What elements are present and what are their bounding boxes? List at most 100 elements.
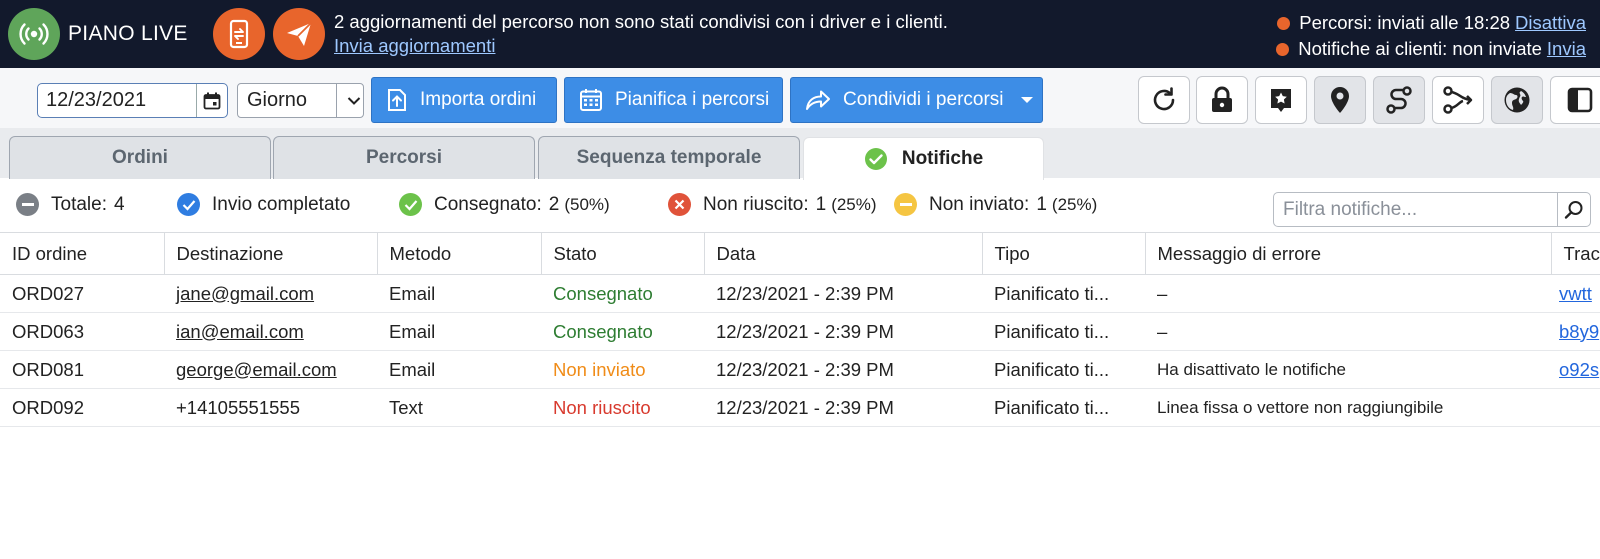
routes-status-text: Percorsi: inviati alle 18:28 bbox=[1299, 12, 1511, 33]
total-value: 4 bbox=[113, 193, 125, 215]
route-branch-icon bbox=[1443, 86, 1473, 114]
destination: +14105551555 bbox=[164, 388, 377, 427]
notify-status-text: Notifiche ai clienti: non inviate bbox=[1298, 38, 1542, 59]
notify-status: Notifiche ai clienti: non inviate Invia bbox=[1276, 38, 1586, 60]
table-row[interactable]: ORD092 +14105551555 Text Non riuscito 12… bbox=[0, 388, 1600, 427]
tracking-link[interactable] bbox=[1551, 388, 1600, 427]
not-sent-count: Non inviato: 1 (25%) bbox=[894, 193, 1097, 216]
destination-link[interactable]: george@email.com bbox=[164, 350, 377, 389]
column-header-method[interactable]: Metodo bbox=[377, 232, 542, 275]
tracking-link[interactable]: o92s bbox=[1551, 350, 1600, 389]
order-id: ORD063 bbox=[0, 312, 164, 351]
x-circle-icon bbox=[668, 193, 691, 216]
complete-label: Invio completato bbox=[212, 193, 351, 215]
date-input[interactable] bbox=[38, 85, 196, 116]
search-button[interactable] bbox=[1557, 193, 1589, 226]
notsent-label: Non inviato: bbox=[929, 193, 1030, 215]
total-count: Totale: 4 bbox=[16, 193, 125, 216]
disable-routes-link[interactable]: Disattiva bbox=[1515, 12, 1586, 34]
delivered-count: Consegnato: 2 (50%) bbox=[399, 193, 610, 216]
tab-sequenza-temporale[interactable]: Sequenza temporale bbox=[538, 136, 800, 179]
destination-link[interactable]: jane@gmail.com bbox=[164, 274, 377, 313]
column-header-date[interactable]: Data bbox=[704, 232, 983, 275]
filter-input[interactable] bbox=[1274, 198, 1557, 221]
delivered-value: 2 bbox=[548, 193, 560, 215]
plan-routes-button[interactable]: Pianifica i percorsi bbox=[564, 77, 783, 123]
search-icon bbox=[1564, 200, 1582, 219]
send-updates-button[interactable] bbox=[273, 8, 325, 60]
table-row[interactable]: ORD027 jane@gmail.com Email Consegnato 1… bbox=[0, 274, 1600, 313]
share-routes-label: Condividi i percorsi bbox=[843, 89, 1004, 110]
column-header-type[interactable]: Tipo bbox=[982, 232, 1146, 275]
column-header-tracking[interactable]: Tracc bbox=[1551, 232, 1600, 275]
tab-notifiche[interactable]: Notifiche bbox=[803, 137, 1044, 180]
tab-ordini[interactable]: Ordini bbox=[9, 136, 271, 179]
failed-value: 1 bbox=[815, 193, 827, 215]
notsent-percent: (25%) bbox=[1051, 194, 1098, 214]
top-banner: PIANO LIVE 2 aggiornamenti del percorso … bbox=[0, 0, 1600, 68]
method: Email bbox=[377, 312, 541, 351]
date-cell: 12/23/2021 - 2:39 PM bbox=[704, 388, 982, 427]
stops-toggle-button[interactable] bbox=[1314, 76, 1366, 124]
delivered-label: Consegnato: bbox=[434, 193, 542, 215]
tracking-link[interactable]: vwtt bbox=[1551, 274, 1600, 313]
tracking-link[interactable]: b8y9 bbox=[1551, 312, 1600, 351]
import-orders-label: Importa ordini bbox=[420, 89, 537, 110]
lock-icon bbox=[1212, 86, 1232, 112]
date-cell: 12/23/2021 - 2:39 PM bbox=[704, 312, 982, 351]
method: Email bbox=[377, 274, 541, 313]
refresh-button[interactable] bbox=[1138, 76, 1190, 124]
order-id: ORD092 bbox=[0, 388, 164, 427]
routes-status: Percorsi: inviati alle 18:28 Disattiva bbox=[1277, 12, 1586, 34]
type-cell: Pianificato ti... bbox=[982, 388, 1145, 427]
type-cell: Pianificato ti... bbox=[982, 312, 1145, 351]
table-row[interactable]: ORD081 george@email.com Email Non inviat… bbox=[0, 350, 1600, 389]
app-logo: PIANO LIVE bbox=[8, 8, 188, 60]
calendar-icon bbox=[203, 92, 220, 109]
status-cell: Non riuscito bbox=[541, 388, 704, 427]
routes-toggle-button[interactable] bbox=[1373, 76, 1425, 124]
method: Email bbox=[377, 350, 541, 389]
column-header-status[interactable]: Stato bbox=[541, 232, 705, 275]
app-name: PIANO LIVE bbox=[68, 22, 188, 45]
sidebar-toggle-button[interactable] bbox=[1550, 76, 1600, 124]
favorite-button[interactable] bbox=[1255, 76, 1307, 124]
mobile-sync-button[interactable] bbox=[213, 8, 265, 60]
notifications-table: ID ordine Destinazione Metodo Stato Data… bbox=[0, 232, 1600, 427]
send-notifications-link[interactable]: Invia bbox=[1547, 38, 1586, 60]
tab-label: Notifiche bbox=[901, 148, 984, 169]
error-cell: Ha disattivato le notifiche bbox=[1145, 350, 1551, 389]
send-updates-link[interactable]: Invia aggiornamenti bbox=[334, 35, 495, 57]
filter-box bbox=[1273, 192, 1591, 227]
map-pin-icon bbox=[1331, 87, 1349, 113]
live-broadcast-icon bbox=[8, 8, 60, 60]
pending-updates-message: 2 aggiornamenti del percorso non sono st… bbox=[334, 11, 948, 32]
column-header-destination[interactable]: Destinazione bbox=[164, 232, 378, 275]
status-cell: Consegnato bbox=[541, 274, 704, 313]
import-orders-button[interactable]: Importa ordini bbox=[371, 77, 557, 123]
table-row[interactable]: ORD063 ian@email.com Email Consegnato 12… bbox=[0, 312, 1600, 351]
lock-button[interactable] bbox=[1196, 76, 1248, 124]
period-select[interactable]: Giorno bbox=[237, 83, 364, 118]
caret-down-icon bbox=[1020, 97, 1033, 103]
delivered-percent: (50%) bbox=[564, 194, 610, 214]
order-id: ORD081 bbox=[0, 350, 164, 389]
destination-link[interactable]: ian@email.com bbox=[164, 312, 377, 351]
tab-percorsi[interactable]: Percorsi bbox=[273, 136, 535, 179]
minus-circle-icon bbox=[16, 193, 39, 216]
failed-percent: (25%) bbox=[831, 194, 877, 214]
failed-label: Non riuscito: bbox=[703, 193, 809, 215]
calendar-button[interactable] bbox=[196, 84, 226, 117]
tab-label: Percorsi bbox=[365, 147, 443, 168]
plan-routes-label: Pianifica i percorsi bbox=[615, 89, 770, 110]
column-header-order-id[interactable]: ID ordine bbox=[0, 232, 165, 275]
route-split-button[interactable] bbox=[1432, 76, 1484, 124]
status-dot bbox=[1277, 16, 1291, 30]
table-header: ID ordine Destinazione Metodo Stato Data… bbox=[0, 232, 1600, 275]
share-routes-button[interactable]: Condividi i percorsi bbox=[790, 77, 1043, 123]
column-header-error[interactable]: Messaggio di errore bbox=[1145, 232, 1552, 275]
notsent-value: 1 bbox=[1036, 193, 1047, 215]
status-dot bbox=[1276, 42, 1290, 56]
map-layer-button[interactable] bbox=[1491, 76, 1543, 124]
send-complete-status: Invio completato bbox=[177, 193, 350, 216]
